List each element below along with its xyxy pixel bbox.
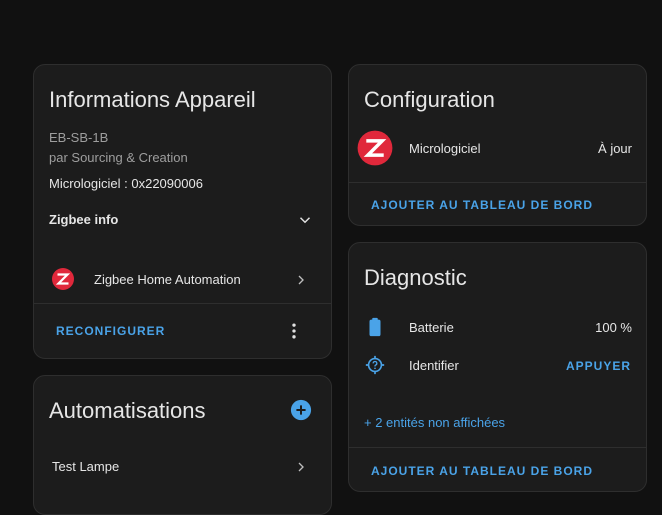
zigbee-logo-icon — [357, 130, 393, 166]
add-to-dashboard-button[interactable]: AJOUTER AU TABLEAU DE BORD — [371, 464, 593, 478]
device-info-title: Informations Appareil — [49, 87, 256, 112]
automations-title: Automatisations — [49, 398, 206, 423]
automations-card: Automatisations Test Lampe — [33, 375, 332, 515]
zigbee-logo-icon — [52, 268, 74, 290]
automation-item-label: Test Lampe — [52, 459, 120, 474]
add-automation-icon[interactable] — [290, 399, 312, 421]
diagnostic-title: Diagnostic — [364, 265, 467, 290]
more-vertical-icon[interactable] — [284, 321, 304, 341]
identify-icon — [365, 355, 385, 375]
device-info-divider — [34, 303, 331, 304]
identify-label: Identifier — [409, 358, 459, 373]
automation-item[interactable]: Test Lampe — [34, 452, 331, 482]
diagnostic-card: Diagnostic Batterie 100 % Identifier APP… — [348, 242, 647, 492]
firmware-row[interactable]: Micrologiciel À jour — [349, 127, 646, 169]
chevron-right-icon — [298, 462, 304, 472]
zigbee-info-expander[interactable]: Zigbee info — [34, 201, 331, 237]
battery-value: 100 % — [595, 320, 632, 335]
zigbee-info-label: Zigbee info — [49, 212, 119, 227]
chevron-down-icon — [299, 217, 311, 224]
device-manufacturer: par Sourcing & Creation — [49, 150, 188, 165]
device-model: EB-SB-1B — [49, 130, 109, 145]
battery-row[interactable]: Batterie 100 % — [349, 313, 646, 341]
hidden-entities-link[interactable]: + 2 entités non affichées — [364, 415, 505, 430]
reconfigure-button[interactable]: RECONFIGURER — [56, 324, 165, 338]
battery-label: Batterie — [409, 320, 454, 335]
configuration-title: Configuration — [364, 87, 495, 112]
identify-row: Identifier APPUYER — [349, 351, 646, 379]
diagnostic-divider — [349, 447, 646, 448]
add-to-dashboard-button[interactable]: AJOUTER AU TABLEAU DE BORD — [371, 198, 593, 212]
device-info-card: Informations Appareil EB-SB-1B par Sourc… — [33, 64, 332, 359]
firmware-label: Micrologiciel — [409, 141, 481, 156]
identify-press-button[interactable]: APPUYER — [566, 359, 631, 373]
integration-label: Zigbee Home Automation — [94, 272, 241, 287]
configuration-card: Configuration Micrologiciel À jour AJOUT… — [348, 64, 647, 226]
firmware-status: À jour — [598, 141, 632, 156]
integration-row[interactable]: Zigbee Home Automation — [34, 263, 331, 295]
chevron-right-icon — [298, 275, 304, 285]
configuration-divider — [349, 182, 646, 183]
battery-icon — [369, 317, 381, 337]
device-firmware: Micrologiciel : 0x22090006 — [49, 176, 203, 191]
